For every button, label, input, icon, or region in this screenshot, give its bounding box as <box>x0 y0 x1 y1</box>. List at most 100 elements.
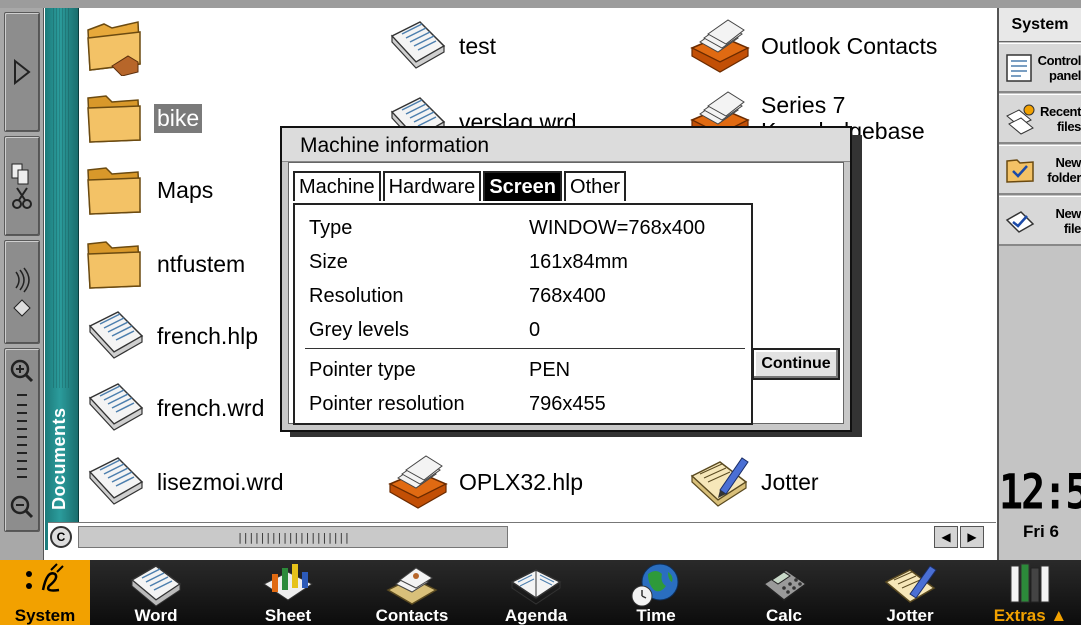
taskbar-item-agenda[interactable]: Agenda <box>476 560 596 625</box>
control-panel-label: Control panel <box>1037 52 1081 83</box>
info-key: Pointer resolution <box>309 393 465 415</box>
tab-other[interactable]: Other <box>564 171 627 201</box>
info-value: WINDOW=768x400 <box>529 217 706 239</box>
info-divider <box>305 348 745 349</box>
info-key: Type <box>309 217 353 239</box>
taskbar-label: Word <box>134 606 178 625</box>
taskbar-label: Extras ▲ <box>993 606 1068 625</box>
taskbar-label: System <box>14 606 76 625</box>
info-row-size: Size 161x84mm <box>309 251 628 281</box>
scroll-grip: |||||||||||||||||||| <box>236 530 350 544</box>
taskbar-item-jotter[interactable]: Jotter <box>850 560 970 625</box>
document-icon <box>390 21 446 69</box>
info-value: PEN <box>529 359 571 381</box>
horizontal-scrollbar[interactable]: C |||||||||||||||||||| ◀ ▶ <box>48 522 996 550</box>
agenda-icon <box>510 569 562 605</box>
drive-c-button[interactable]: C <box>50 526 72 548</box>
file-item-test[interactable]: test <box>384 16 499 76</box>
new-file-button[interactable]: New file <box>999 196 1081 246</box>
taskbar-label: Calc <box>766 606 802 625</box>
card-index-icon <box>690 19 750 73</box>
system-panel: System Control panel Recent files New fo… <box>997 8 1081 560</box>
tab-hardware[interactable]: Hardware <box>382 171 482 201</box>
taskbar: System Word Sheet Contacts Agenda Time C… <box>0 560 1081 625</box>
taskbar-item-word[interactable]: Word <box>96 560 216 625</box>
file-item-ntfustem[interactable]: ntfustem <box>82 234 248 294</box>
info-row-pointer-resolution: Pointer resolution 796x455 <box>309 393 606 423</box>
sheet-icon <box>263 564 313 601</box>
document-icon <box>88 457 144 505</box>
new-folder-button[interactable]: New folder <box>999 145 1081 195</box>
file-name: french.hlp <box>157 322 259 349</box>
info-row-pointer-type: Pointer type PEN <box>309 359 570 389</box>
contacts-icon <box>386 567 438 605</box>
folder-icon <box>87 167 141 215</box>
scroll-left-button[interactable]: ◀ <box>934 526 958 548</box>
file-name: french.wrd <box>157 394 265 421</box>
taskbar-item-sheet[interactable]: Sheet <box>228 560 348 625</box>
document-icon <box>88 383 144 431</box>
new-folder-icon <box>1006 158 1034 183</box>
left-toolbar <box>0 8 44 560</box>
dialog-tabs: Machine Hardware Screen Other <box>293 171 628 201</box>
taskbar-item-calc[interactable]: Calc <box>724 560 844 625</box>
taskbar-item-extras[interactable]: Extras ▲ <box>980 560 1081 625</box>
clock-day: Fri 6 <box>1023 522 1059 541</box>
file-item-french-wrd[interactable]: french.wrd <box>82 378 267 438</box>
file-name <box>154 45 160 47</box>
top-frame <box>0 0 1081 8</box>
jotter-icon <box>884 565 937 603</box>
file-name: Outlook Contacts <box>761 32 938 59</box>
scroll-thumb[interactable]: |||||||||||||||||||| <box>78 526 508 548</box>
globe-icon <box>631 563 679 607</box>
file-name: test <box>459 32 497 59</box>
word-icon <box>130 565 182 607</box>
infrared-button[interactable] <box>4 240 40 344</box>
folder-up-icon <box>87 21 141 76</box>
file-name: ntfustem <box>157 250 246 277</box>
taskbar-label: Time <box>636 606 676 625</box>
continue-button[interactable]: Continue <box>752 348 840 380</box>
system-panel-title: System <box>999 8 1081 42</box>
arrow-right-icon: ▶ <box>967 530 977 544</box>
info-row-resolution: Resolution 768x400 <box>309 285 606 315</box>
file-name: Maps <box>157 176 214 203</box>
clipboard-scissors-icon <box>11 163 32 209</box>
file-name: Jotter <box>761 468 819 495</box>
folder-label: Documents <box>49 407 69 510</box>
file-item-jotter[interactable]: Jotter <box>686 452 822 512</box>
file-name: bike <box>154 103 203 133</box>
arrow-left-icon: ◀ <box>941 530 951 544</box>
file-item-oplx32[interactable]: OPLX32.hlp <box>384 452 586 512</box>
menu-button[interactable] <box>4 12 40 132</box>
taskbar-label: Agenda <box>504 606 568 625</box>
file-item-outlook-contacts[interactable]: Outlook Contacts <box>686 16 940 76</box>
tab-screen[interactable]: Screen <box>483 171 563 201</box>
clock[interactable]: 12:50 Fri 6 <box>999 465 1081 542</box>
tab-machine[interactable]: Machine <box>293 171 381 201</box>
clipboard-button[interactable] <box>4 136 40 236</box>
control-panel-button[interactable]: Control panel <box>999 43 1081 93</box>
taskbar-item-contacts[interactable]: Contacts <box>352 560 472 625</box>
file-item-up[interactable] <box>82 16 160 76</box>
folder-icon <box>87 95 141 143</box>
scroll-right-button[interactable]: ▶ <box>960 526 984 548</box>
zoom-control[interactable] <box>4 348 40 532</box>
info-key: Resolution <box>309 285 404 307</box>
taskbar-label: Contacts <box>375 606 449 625</box>
file-item-lisezmoi[interactable]: lisezmoi.wrd <box>82 452 287 512</box>
info-value: 768x400 <box>529 285 606 307</box>
clock-time: 12:50 <box>999 465 1081 521</box>
file-item-french-hlp[interactable]: french.hlp <box>82 306 261 366</box>
new-file-label: New file <box>1055 205 1081 236</box>
file-item-bike[interactable]: bike <box>82 88 203 148</box>
document-icon <box>88 311 144 359</box>
dialog-title: Machine information <box>282 128 850 162</box>
taskbar-item-time[interactable]: Time <box>596 560 716 625</box>
info-key: Grey levels <box>309 319 410 341</box>
zoom-slider-icon <box>10 359 34 519</box>
info-row-type: Type WINDOW=768x400 <box>309 217 705 247</box>
recent-files-button[interactable]: Recent files <box>999 94 1081 144</box>
file-item-maps[interactable]: Maps <box>82 160 216 220</box>
taskbar-item-system[interactable]: System <box>0 560 90 625</box>
